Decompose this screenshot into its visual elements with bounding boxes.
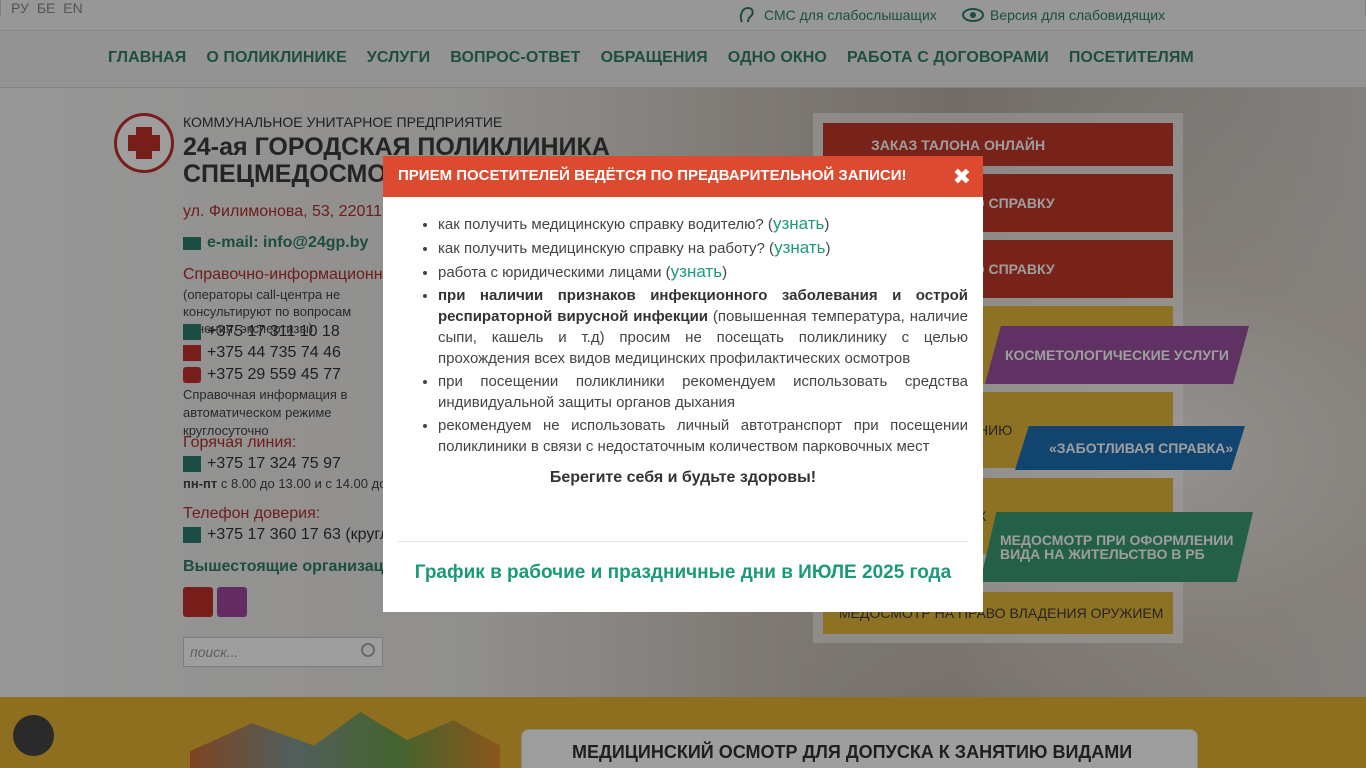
list-item: как получить медицинскую справку на рабо… [438, 237, 968, 259]
modal-header: ПРИЕМ ПОСЕТИТЕЛЕЙ ВЕДЁТСЯ ПО ПРЕДВАРИТЕЛ… [383, 156, 983, 197]
list-item: рекомендуем не использовать личный автот… [438, 415, 968, 457]
item-text: как получить медицинскую справку водител… [438, 216, 773, 233]
list-item: как получить медицинскую справку водител… [438, 213, 968, 235]
list-item: работа с юридическими лицами (узнать) [438, 261, 968, 283]
learn-link-work[interactable]: узнать [774, 238, 825, 257]
schedule-link[interactable]: График в рабочие и праздничные дни в ИЮЛ… [383, 562, 983, 584]
list-item: при посещении поликлиники рекомендуем ис… [438, 371, 968, 413]
list-item: при наличии признаков инфекционного забо… [438, 285, 968, 369]
learn-link-legal[interactable]: узнать [671, 262, 722, 281]
item-text: как получить медицинскую справку на рабо… [438, 240, 775, 257]
modal-body: как получить медицинскую справку водител… [383, 197, 983, 487]
close-icon[interactable]: ✖ [953, 164, 971, 190]
item-text: работа с юридическими лицами ( [438, 264, 671, 281]
modal-title: ПРИЕМ ПОСЕТИТЕЛЕЙ ВЕДЁТСЯ ПО ПРЕДВАРИТЕЛ… [398, 167, 907, 184]
modal-divider [398, 541, 968, 542]
appointment-modal: ПРИЕМ ПОСЕТИТЕЛЕЙ ВЕДЁТСЯ ПО ПРЕДВАРИТЕЛ… [383, 156, 983, 612]
closing-message: Берегите себя и будьте здоровы! [549, 469, 817, 486]
learn-link-driver[interactable]: узнать [773, 214, 824, 233]
